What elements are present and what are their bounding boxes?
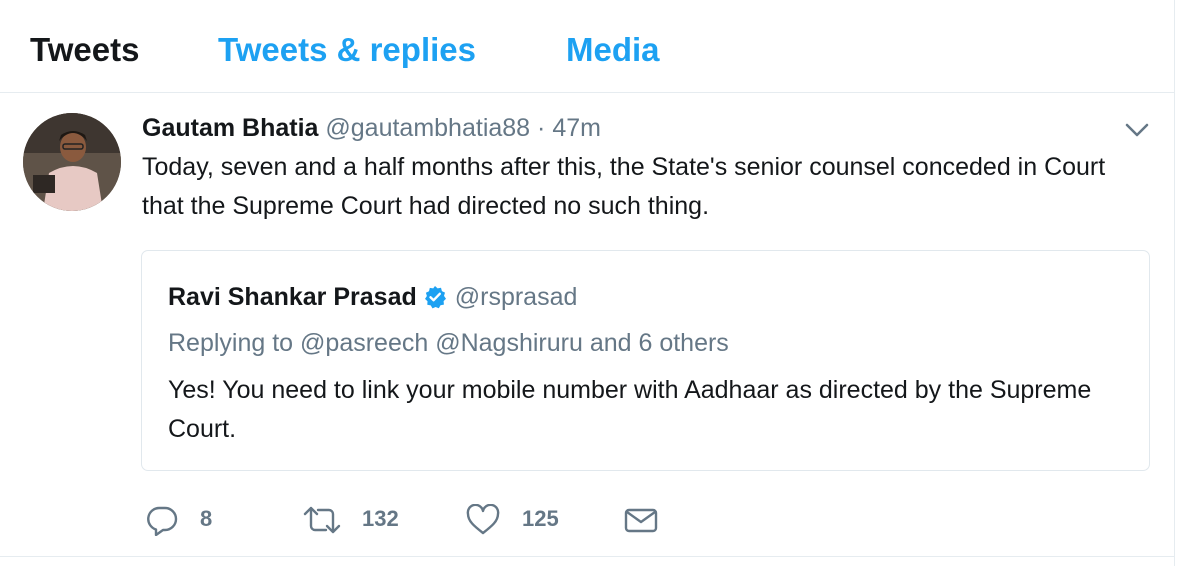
verified-badge-icon — [423, 285, 447, 309]
separator-dot: · — [537, 114, 546, 142]
like-count: 125 — [522, 506, 559, 531]
replying-to-others[interactable]: and 6 others — [590, 329, 729, 357]
replying-to-mentions[interactable]: @pasreech @Nagshiruru — [300, 329, 583, 357]
tweet-divider — [0, 556, 1174, 557]
reply-count: 8 — [200, 506, 213, 531]
chevron-down-icon[interactable] — [1123, 120, 1151, 140]
quoted-tweet-text: Yes! You need to link your mobile number… — [168, 376, 1092, 443]
replying-to: Replying to @pasreech @Nagshiruru and 6 … — [168, 327, 729, 359]
avatar[interactable] — [23, 113, 121, 211]
quoted-author-handle: @rsprasad — [454, 283, 578, 311]
retweet-count: 132 — [362, 506, 399, 531]
direct-message-icon — [624, 508, 658, 533]
replying-to-label: Replying to — [168, 329, 294, 357]
column-divider — [1174, 0, 1175, 566]
like-icon — [466, 504, 500, 535]
tab-tweets-and-replies[interactable]: Tweets & replies — [218, 30, 476, 70]
tweet-text: Today, seven and a half months after thi… — [142, 153, 1106, 220]
quoted-tweet[interactable]: Ravi Shankar Prasad @rsprasad Replying t… — [141, 250, 1150, 471]
author-handle[interactable]: @gautambhatia88 — [325, 114, 530, 142]
author-name[interactable]: Gautam Bhatia — [142, 114, 318, 142]
reply-icon — [147, 506, 178, 536]
tweet-header: Gautam Bhatia @gautambhatia88 · 47m — [142, 112, 601, 144]
quoted-tweet-header: Ravi Shankar Prasad @rsprasad — [168, 281, 577, 313]
profile-tabs: Tweets Tweets & replies Media — [0, 0, 1174, 93]
tab-tweets[interactable]: Tweets — [30, 30, 139, 70]
retweet-icon — [303, 506, 341, 534]
tweet-timestamp[interactable]: 47m — [552, 114, 601, 142]
quoted-author-name: Ravi Shankar Prasad — [168, 283, 417, 311]
tab-media[interactable]: Media — [566, 30, 660, 70]
